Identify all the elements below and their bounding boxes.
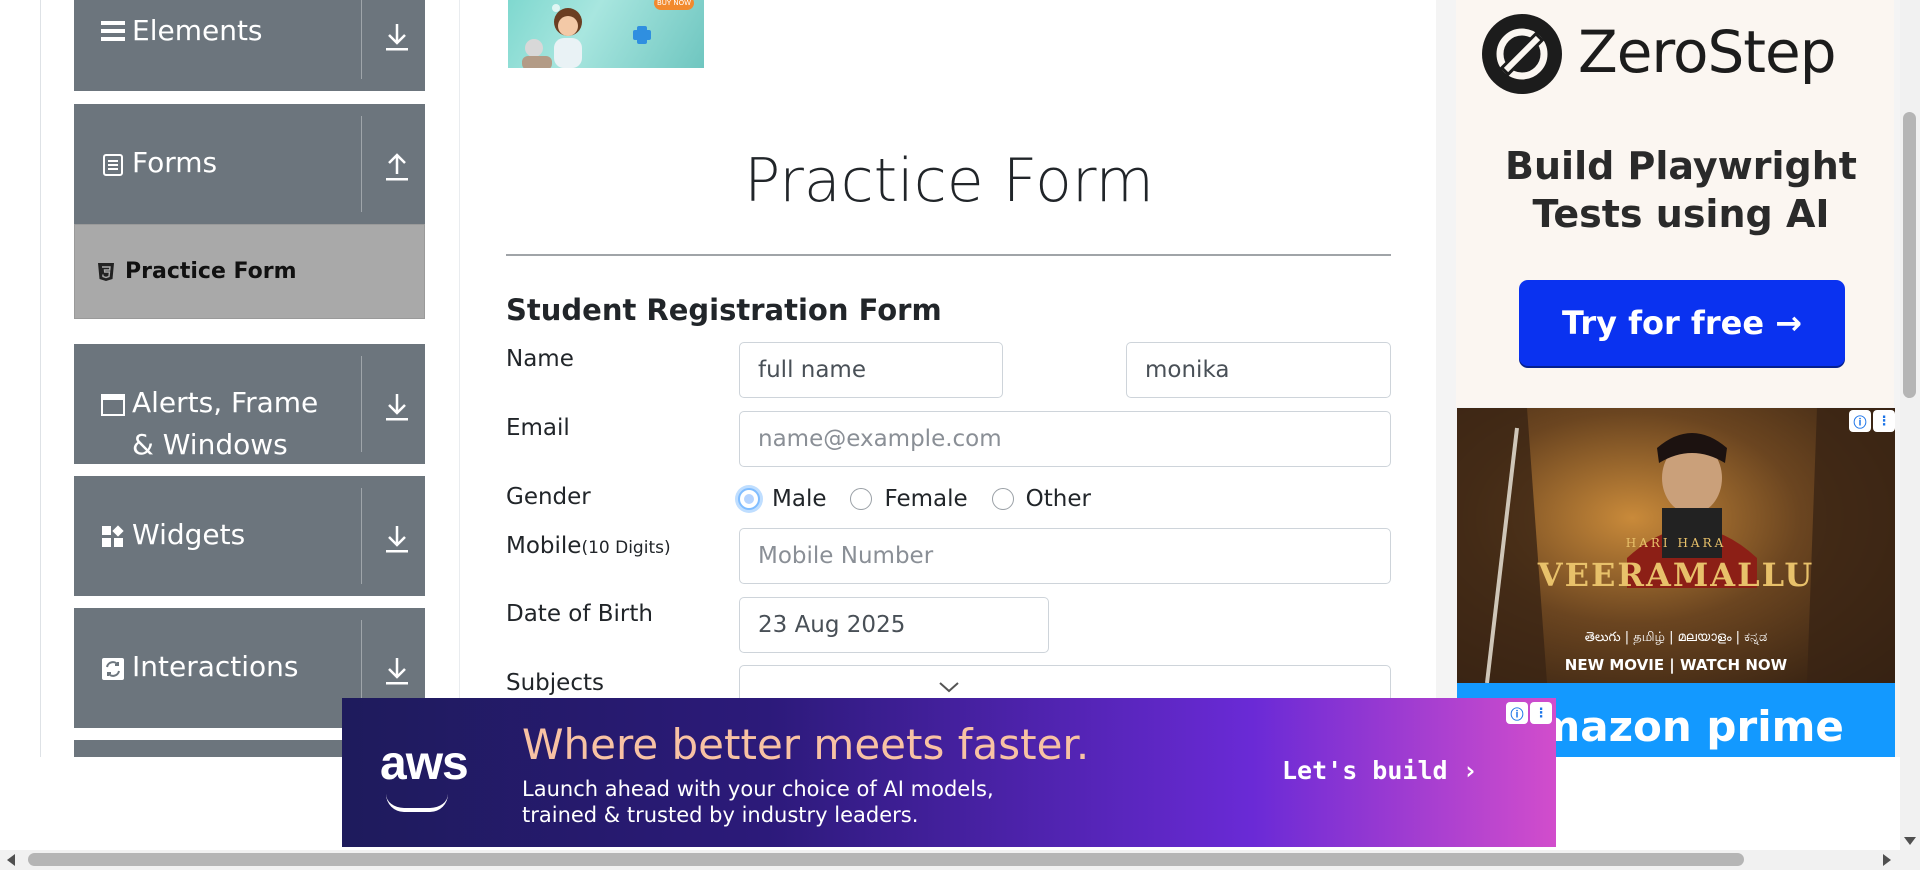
scroll-left-arrow-icon[interactable]	[6, 853, 16, 867]
widgets-icon	[100, 524, 126, 550]
scroll-right-arrow-icon[interactable]	[1882, 853, 1892, 867]
chevron-down-icon	[939, 682, 959, 693]
name-label: Name	[506, 346, 574, 372]
list-icon	[100, 18, 126, 44]
html5-icon	[98, 263, 114, 281]
title-divider	[506, 254, 1391, 256]
ad-info-icon[interactable]: ⓘ	[1849, 410, 1871, 432]
top-ad-image[interactable]: BUY NOW	[508, 0, 704, 68]
buy-now-badge: BUY NOW	[654, 0, 694, 10]
zerostep-logo-icon	[1482, 14, 1562, 94]
aws-logo: aws	[380, 737, 469, 790]
sidebar-item-practice-form[interactable]: Practice Form	[74, 224, 425, 319]
subjects-label: Subjects	[506, 670, 604, 696]
window-icon	[100, 392, 126, 418]
sidebar-group-label: Forms	[132, 146, 218, 179]
document-icon	[100, 152, 126, 178]
aws-subtext-line: trained & trusted by industry leaders.	[522, 803, 919, 827]
download-icon[interactable]	[384, 656, 410, 686]
gender-label: Gender	[506, 484, 591, 510]
ad-menu-icon[interactable]: ⋮	[1530, 702, 1552, 724]
page-title: Practice Form	[744, 146, 1154, 216]
main-divider	[459, 0, 460, 757]
sidebar-group-label: Interactions	[132, 650, 299, 683]
dob-label: Date of Birth	[506, 601, 653, 627]
interactions-icon	[100, 656, 126, 682]
sidebar-divider	[40, 0, 41, 757]
download-icon[interactable]	[384, 524, 410, 554]
movie-languages: తెలుగు | தமிழ் | മലയാളം | ಕನ್ನಡ	[1584, 630, 1768, 645]
upload-icon[interactable]	[384, 152, 410, 182]
gender-radio-group: Male Female Other	[738, 484, 1115, 514]
zerostep-tagline-line: Build Playwright	[1505, 144, 1857, 188]
zerostep-tagline: Build Playwright Tests using AI	[1456, 142, 1906, 238]
ad-menu-icon[interactable]: ⋮	[1873, 410, 1895, 432]
form-title: Student Registration Form	[506, 293, 942, 327]
download-icon[interactable]	[384, 392, 410, 422]
gender-option-label[interactable]: Other	[1026, 486, 1091, 512]
sidebar-group-forms[interactable]: Forms	[74, 104, 425, 224]
aws-headline: Where better meets faster.	[522, 720, 1090, 769]
mobile-input[interactable]: Mobile Number	[739, 528, 1391, 584]
movie-tagline: NEW MOVIE | WATCH NOW	[1564, 656, 1788, 674]
horizontal-scrollbar-thumb[interactable]	[28, 853, 1744, 866]
zerostep-brand: ZeroStep	[1578, 18, 1837, 86]
download-icon[interactable]	[384, 22, 410, 52]
gender-male-radio[interactable]	[738, 488, 760, 510]
vertical-scrollbar-thumb[interactable]	[1903, 112, 1916, 398]
sidebar-group-label: Widgets	[132, 518, 246, 551]
movie-title: VEERAMALLU	[1537, 556, 1815, 594]
sidebar-item-label: Practice Form	[125, 259, 297, 284]
mobile-hint: (10 Digits)	[581, 538, 671, 558]
gender-female-radio[interactable]	[850, 488, 873, 510]
gender-option-label[interactable]: Female	[884, 486, 967, 512]
aws-lets-build-button[interactable]: Let's build ›	[1282, 756, 1478, 785]
zerostep-tagline-line: Tests using AI	[1532, 192, 1830, 236]
sidebar-group-widgets[interactable]: Widgets	[74, 476, 425, 596]
gender-option-label[interactable]: Male	[772, 486, 826, 512]
aws-subtext-line: Launch ahead with your choice of AI mode…	[522, 777, 994, 801]
aws-banner-ad[interactable]: aws Where better meets faster. Launch ah…	[342, 698, 1556, 847]
scroll-down-arrow-icon[interactable]	[1903, 836, 1917, 846]
email-label: Email	[506, 415, 570, 441]
sidebar-group-label: Elements	[132, 14, 263, 47]
gender-other-radio[interactable]	[991, 488, 1014, 510]
doctor-illustration-icon	[522, 4, 651, 68]
ad-info-icon[interactable]: ⓘ	[1506, 702, 1528, 724]
last-name-input[interactable]: monika	[1126, 342, 1391, 398]
email-input[interactable]: name@example.com	[739, 411, 1391, 467]
movie-pre-title: HARI HARA	[1625, 536, 1727, 550]
mobile-label-text: Mobile	[506, 533, 582, 559]
sidebar-group-label: Alerts, Frame & Windows	[132, 386, 319, 461]
zerostep-try-button[interactable]: Try for free →	[1519, 280, 1845, 366]
sidebar-group-elements[interactable]: Elements	[74, 0, 425, 91]
aws-smile-icon	[386, 794, 448, 812]
first-name-input[interactable]: full name	[739, 342, 1003, 398]
mobile-label: Mobile(10 Digits)	[506, 533, 671, 559]
aws-subtext: Launch ahead with your choice of AI mode…	[522, 776, 994, 828]
dob-input[interactable]: 23 Aug 2025	[739, 597, 1049, 653]
sidebar-group-alerts-frame-windows[interactable]: Alerts, Frame & Windows	[74, 344, 425, 464]
